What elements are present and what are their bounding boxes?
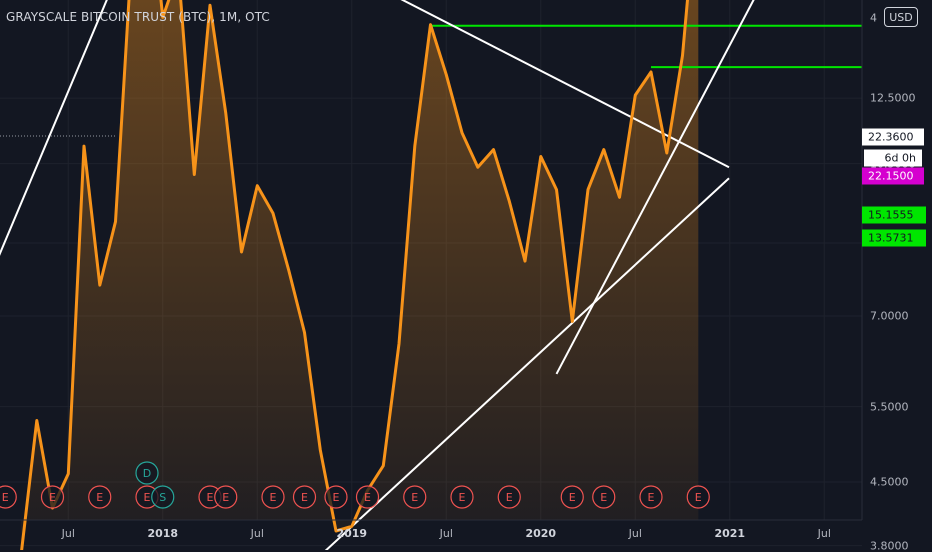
event-marker-label: E bbox=[648, 491, 655, 504]
event-marker-label: E bbox=[459, 491, 466, 504]
earnings-marker[interactable]: E bbox=[403, 485, 427, 509]
earnings-marker[interactable]: E bbox=[0, 485, 17, 509]
time-tick-label: 2020 bbox=[525, 527, 557, 540]
time-tick-label: Jul bbox=[817, 527, 831, 540]
earnings-marker[interactable]: E bbox=[355, 485, 380, 509]
currency-button[interactable]: USD bbox=[884, 7, 918, 27]
earnings-marker[interactable]: E bbox=[261, 485, 285, 509]
earnings-marker[interactable]: E bbox=[292, 485, 317, 509]
earnings-marker[interactable]: E bbox=[497, 485, 521, 509]
event-marker-label: E bbox=[96, 491, 103, 504]
event-marker-label: E bbox=[333, 491, 340, 504]
price-tick-label: 5.5000 bbox=[870, 400, 909, 414]
time-tick-label: 2018 bbox=[147, 527, 179, 540]
level-2-price-label: 13.5731 bbox=[862, 229, 926, 247]
earnings-marker[interactable]: E bbox=[686, 485, 710, 509]
time-tick-label: 2021 bbox=[714, 527, 746, 540]
event-marker-label: E bbox=[301, 491, 308, 504]
event-marker-label: E bbox=[144, 491, 151, 504]
event-marker-label: E bbox=[506, 491, 513, 504]
bar-countdown-label: 6d 0h bbox=[864, 149, 922, 167]
event-marker-label: E bbox=[2, 491, 9, 504]
earnings-marker[interactable]: E bbox=[324, 485, 348, 509]
time-tick-label: 2019 bbox=[336, 527, 368, 540]
time-tick-label: Jul bbox=[439, 527, 453, 540]
event-marker-label: S bbox=[159, 491, 166, 504]
earnings-marker[interactable]: E bbox=[40, 485, 65, 509]
earnings-marker[interactable]: E bbox=[214, 485, 238, 509]
level-1-price-label: 15.1555 bbox=[862, 206, 926, 224]
price-tick-label: 3.8000 bbox=[870, 539, 909, 552]
earnings-marker[interactable]: E bbox=[560, 485, 584, 509]
price-tick-label: 4.5000 bbox=[870, 475, 909, 489]
horizontal-line-price-label: 22.1500 bbox=[862, 167, 924, 185]
price-tick-label: 12.5000 bbox=[870, 91, 916, 105]
event-marker-label: E bbox=[600, 491, 607, 504]
event-marker-label: E bbox=[49, 491, 56, 504]
dividend-marker[interactable]: D bbox=[135, 461, 159, 485]
earnings-marker[interactable]: E bbox=[592, 485, 616, 509]
last-price-label: 22.3600 bbox=[862, 128, 924, 146]
event-marker-label: E bbox=[411, 491, 418, 504]
event-marker-label: E bbox=[569, 491, 576, 504]
chart-title: GRAYSCALE BITCOIN TRUST (BTC), 1M, OTC bbox=[6, 10, 270, 24]
time-tick-label: Jul bbox=[250, 527, 264, 540]
price-chart[interactable]: E E E E SDE E E E E E E E E E E E E bbox=[0, 0, 932, 550]
event-marker-label: E bbox=[207, 491, 214, 504]
earnings-marker[interactable]: E bbox=[639, 485, 663, 509]
earnings-marker[interactable]: E bbox=[88, 485, 112, 509]
event-marker-label: E bbox=[222, 491, 229, 504]
event-marker-label: E bbox=[364, 491, 371, 504]
time-tick-label: Jul bbox=[628, 527, 642, 540]
price-tick-top: 4 bbox=[870, 11, 877, 25]
event-marker-label: E bbox=[270, 491, 277, 504]
event-marker-label: E bbox=[695, 491, 702, 504]
time-tick-label: Jul bbox=[61, 527, 75, 540]
event-marker-label: D bbox=[143, 467, 151, 480]
earnings-marker[interactable]: E bbox=[450, 485, 474, 509]
split-marker[interactable]: S bbox=[151, 485, 175, 509]
price-tick-label: 7.0000 bbox=[870, 309, 909, 323]
